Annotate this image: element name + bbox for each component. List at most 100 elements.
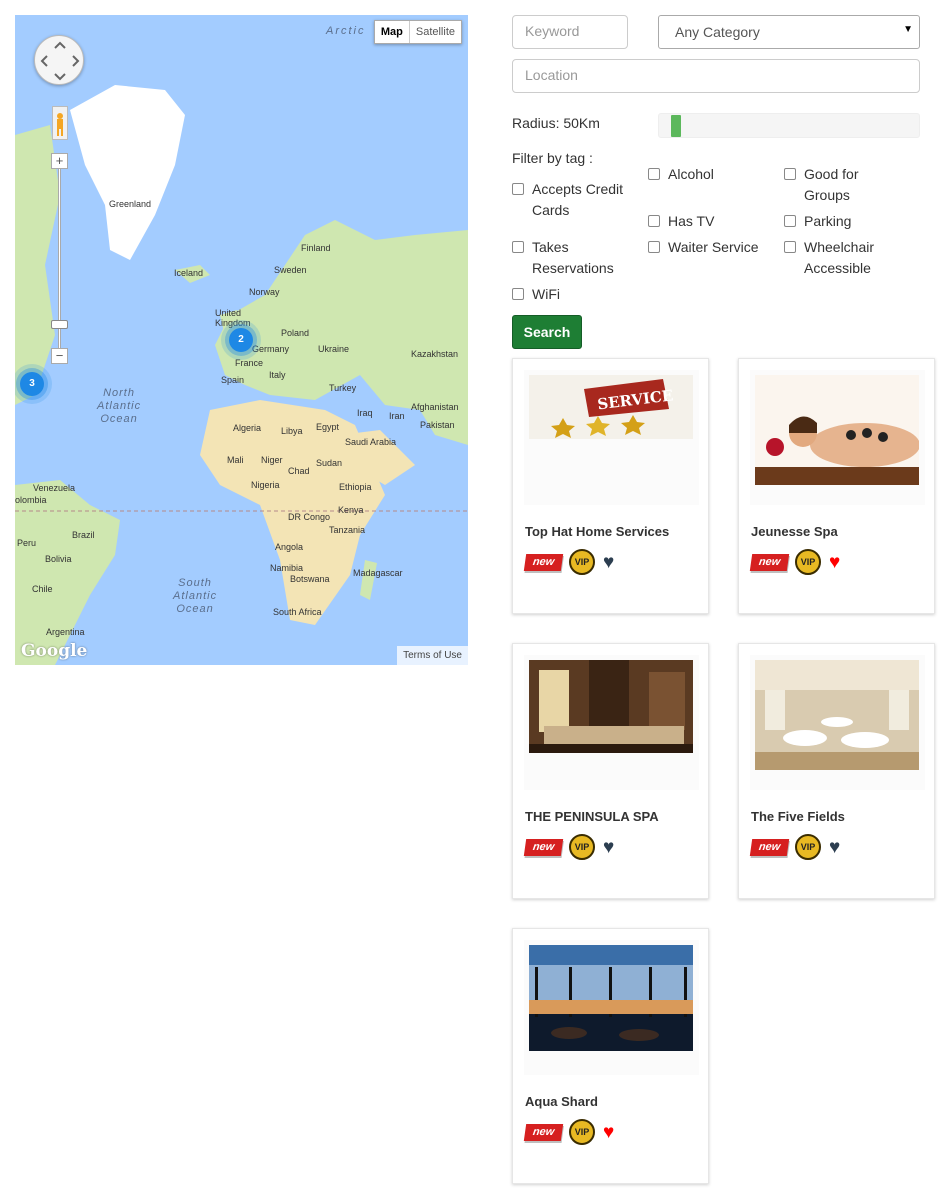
category-select[interactable]: Any Category ▼	[658, 15, 920, 49]
listing-title[interactable]: Jeunesse Spa	[751, 524, 838, 539]
map-label-ukraine: Ukraine	[318, 344, 350, 354]
checkbox[interactable]	[512, 288, 524, 300]
map-label-tanzania: Tanzania	[329, 525, 366, 535]
listing-card[interactable]: THE PENINSULA SPA new VIP ♥	[512, 643, 709, 899]
listing-title[interactable]: THE PENINSULA SPA	[525, 809, 659, 824]
search-button[interactable]: Search	[512, 315, 582, 349]
listing-card[interactable]: Jeunesse Spa new VIP ♥	[738, 358, 935, 614]
tag-checkbox-accepts-credit-cards[interactable]: Accepts Credit Cards	[512, 179, 632, 221]
map-label-madagascar: Madagascar	[353, 568, 403, 578]
zoom-out-button[interactable]: −	[51, 348, 68, 364]
checkbox[interactable]	[512, 183, 524, 195]
tag-checkbox-takes-reservations[interactable]: Takes Reservations	[512, 237, 632, 279]
map-label-libya: Libya	[281, 426, 303, 436]
map-label-iraq: Iraq	[357, 408, 373, 418]
listing-image[interactable]	[524, 940, 699, 1075]
map-label-dr-congo: DR Congo	[288, 512, 331, 522]
zoom-slider-handle[interactable]	[51, 320, 68, 329]
map-label-north-atlantic: North Atlantic Ocean	[97, 387, 142, 425]
map-label-kenya: Kenya	[338, 505, 364, 515]
tag-label: Good for Groups	[804, 166, 859, 203]
listing-image[interactable]: SERVICE	[524, 370, 699, 505]
tag-checkbox-wheelchair-accessible[interactable]: Wheelchair Accessible	[784, 237, 894, 279]
listing-image[interactable]	[524, 655, 699, 790]
map-label-united-kingdom: United Kingdom	[215, 308, 251, 328]
listing-card[interactable]: SERVICE Top Hat Home Services new VIP ♥	[512, 358, 709, 614]
map-type-map-button[interactable]: Map	[375, 21, 410, 43]
listing-title[interactable]: Aqua Shard	[525, 1094, 598, 1109]
map-label-niger: Niger	[261, 455, 283, 465]
map-label-algeria: Algeria	[233, 423, 262, 433]
listing-card[interactable]: Aqua Shard new VIP ♥	[512, 928, 709, 1184]
map-label-namibia: Namibia	[270, 563, 304, 573]
map-label-sudan: Sudan	[316, 458, 343, 468]
keyword-input[interactable]: Keyword	[512, 15, 628, 49]
spa-massage-image	[755, 375, 919, 485]
favorite-heart-icon[interactable]: ♥	[829, 838, 840, 857]
tag-checkbox-parking[interactable]: Parking	[784, 211, 904, 232]
radius-slider[interactable]	[658, 113, 920, 138]
tag-checkbox-alcohol[interactable]: Alcohol	[648, 164, 773, 185]
restaurant-interior-image	[755, 660, 919, 770]
map-label-saudi-arabia: Saudi Arabia	[345, 437, 397, 447]
checkbox[interactable]	[784, 215, 796, 227]
map-label-pakistan: Pakistan	[420, 420, 455, 430]
tag-label: Parking	[804, 213, 852, 229]
spa-room-image	[529, 660, 693, 753]
map-label-bolivia: Bolivia	[45, 554, 72, 564]
pan-control[interactable]	[34, 35, 84, 85]
street-view-pegman-icon[interactable]	[52, 106, 68, 140]
map-type-satellite-button[interactable]: Satellite	[410, 21, 461, 43]
listing-title[interactable]: Top Hat Home Services	[525, 524, 669, 539]
tag-checkbox-waiter-service[interactable]: Waiter Service	[648, 237, 778, 258]
checkbox[interactable]	[784, 241, 796, 253]
listing-image[interactable]	[750, 370, 925, 505]
new-badge: new	[749, 553, 790, 571]
map-label-nigeria: Nigeria	[251, 480, 280, 490]
favorite-heart-icon[interactable]: ♥	[603, 838, 614, 857]
map-cluster-marker[interactable]: 3	[20, 372, 44, 396]
map-label-peru: Peru	[17, 538, 37, 548]
map-label-mali: Mali	[227, 455, 244, 465]
terms-of-use-link[interactable]: Terms of Use	[397, 646, 468, 665]
filter-by-tag-label: Filter by tag :	[512, 150, 593, 166]
zoom-in-button[interactable]: +	[51, 153, 68, 169]
tag-checkbox-has-tv[interactable]: Has TV	[648, 211, 773, 232]
tag-label: Waiter Service	[668, 239, 759, 255]
map-label-south-africa: South Africa	[273, 607, 322, 617]
favorite-heart-icon[interactable]: ♥	[829, 553, 840, 572]
radius-slider-handle[interactable]	[671, 115, 681, 137]
map[interactable]: Arctic Greenland Iceland Finland Sweden …	[15, 15, 468, 665]
favorite-heart-icon[interactable]: ♥	[603, 553, 614, 572]
radius-label: Radius: 50Km	[512, 115, 600, 131]
checkbox[interactable]	[512, 241, 524, 253]
map-label-angola: Angola	[275, 542, 304, 552]
tag-label: Has TV	[668, 213, 715, 229]
listing-image[interactable]	[750, 655, 925, 790]
new-badge: new	[523, 553, 564, 571]
location-input[interactable]: Location	[512, 59, 920, 93]
favorite-heart-icon[interactable]: ♥	[603, 1123, 614, 1142]
checkbox[interactable]	[784, 168, 796, 180]
map-label-brazil: Brazil	[72, 530, 95, 540]
map-label-afghanistan: Afghanistan	[411, 402, 459, 412]
map-label-egypt: Egypt	[316, 422, 340, 432]
listing-title[interactable]: The Five Fields	[751, 809, 845, 824]
map-label-argentina: Argentina	[46, 627, 85, 637]
category-select-value: Any Category	[675, 24, 760, 40]
tag-checkbox-good-for-groups[interactable]: Good for Groups	[784, 164, 884, 206]
vip-badge: VIP	[795, 834, 821, 860]
checkbox[interactable]	[648, 241, 660, 253]
listing-card[interactable]: The Five Fields new VIP ♥	[738, 643, 935, 899]
map-label-south-atlantic: South Atlantic Ocean	[173, 577, 218, 615]
new-badge: new	[523, 838, 564, 856]
new-badge: new	[749, 838, 790, 856]
vip-badge: VIP	[569, 834, 595, 860]
checkbox[interactable]	[648, 215, 660, 227]
vip-badge: VIP	[569, 549, 595, 575]
map-cluster-marker[interactable]: 2	[229, 328, 253, 352]
checkbox[interactable]	[648, 168, 660, 180]
tag-checkbox-wifi[interactable]: WiFi	[512, 284, 632, 305]
tag-label: Accepts Credit Cards	[532, 181, 624, 218]
map-label-chile: Chile	[32, 584, 53, 594]
